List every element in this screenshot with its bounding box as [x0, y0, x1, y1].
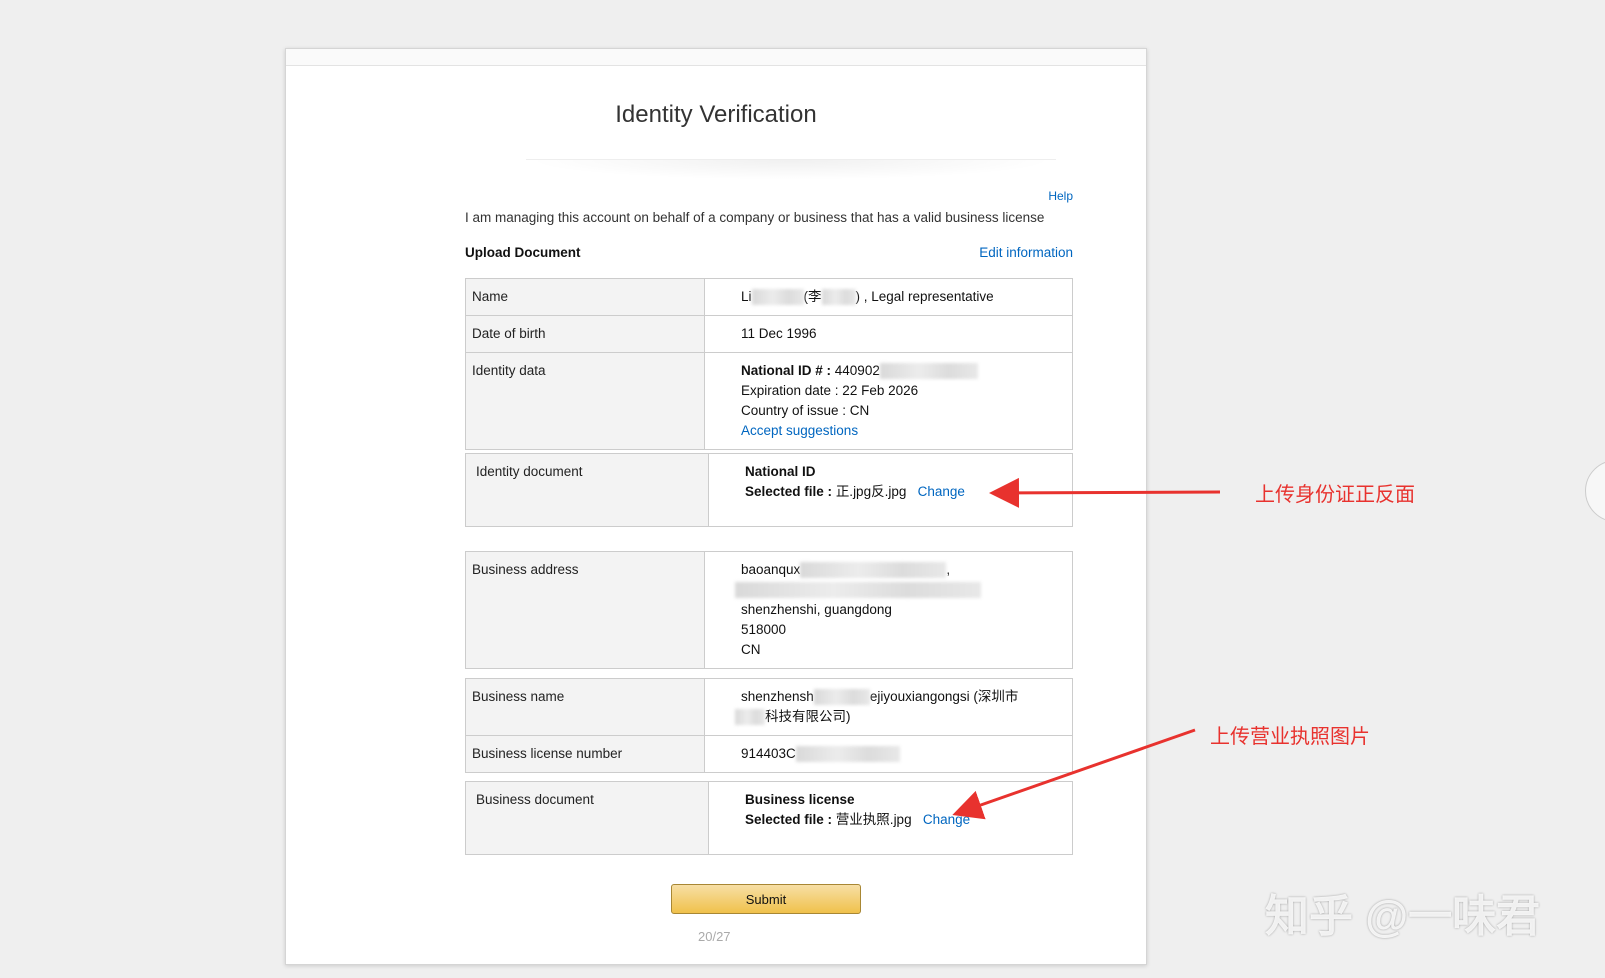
- business-address-value: baoanqux, shenzhenshi, guangdong 518000 …: [704, 551, 1073, 669]
- redacted-mask: [735, 582, 981, 599]
- table-row: Identity data National ID # : 440902 Exp…: [465, 352, 1073, 450]
- page-title: Identity Verification: [615, 101, 817, 128]
- submit-button[interactable]: Submit: [671, 884, 861, 914]
- redacted-mask: [821, 289, 856, 306]
- business-address-table: Business address baoanqux, shenzhenshi, …: [465, 551, 1073, 669]
- name-prefix: Li: [741, 289, 752, 304]
- national-id-value: 440902: [834, 363, 880, 378]
- table-row: Business document Business license Selec…: [465, 781, 1073, 855]
- redacted-mask: [751, 289, 804, 306]
- business-name-part3: 科技有限公司): [765, 709, 851, 724]
- name-value: Li (李 ) , Legal representative: [704, 278, 1073, 316]
- redacted-mask: [813, 689, 870, 706]
- business-document-value: Business license Selected file : 营业执照.jp…: [708, 781, 1073, 855]
- business-doc-type: Business license: [745, 792, 855, 807]
- redacted-mask: [800, 562, 947, 579]
- identity-doc-type: National ID: [745, 464, 816, 479]
- edit-information-link[interactable]: Edit information: [979, 245, 1073, 260]
- selected-file-value: 正.jpg反.jpg: [835, 484, 907, 499]
- address-postcode: 518000: [741, 622, 787, 637]
- table-row: Business address baoanqux, shenzhenshi, …: [465, 551, 1073, 669]
- personal-info-table: Name Li (李 ) , Legal representative Date o…: [465, 278, 1073, 450]
- address-line1: baoanqux: [741, 562, 801, 577]
- address-city: shenzhenshi, guangdong: [741, 602, 892, 617]
- redacted-mask: [795, 746, 900, 763]
- business-document-table: Business document Business license Selec…: [465, 781, 1073, 855]
- name-label: Name: [465, 278, 705, 316]
- business-change-link[interactable]: Change: [923, 812, 970, 827]
- selected-file-label: Selected file :: [745, 484, 833, 499]
- dob-label: Date of birth: [465, 315, 705, 353]
- identity-document-table: Identity document National ID Selected f…: [465, 453, 1073, 527]
- identity-change-link[interactable]: Change: [918, 484, 965, 499]
- business-document-label: Business document: [465, 781, 709, 855]
- edge-scroll-control[interactable]: [1585, 460, 1605, 522]
- redacted-mask: [879, 363, 978, 380]
- page-top-bar: [286, 49, 1146, 66]
- license-number-text: 914403C: [741, 746, 796, 761]
- table-row: Identity document National ID Selected f…: [465, 453, 1073, 527]
- license-annotation-text: 上传营业执照图片: [1210, 726, 1370, 748]
- identity-data-value: National ID # : 440902 Expiration date :…: [704, 352, 1073, 450]
- watermark: 知乎 @一味君: [1265, 892, 1541, 941]
- address-line1-end: ,: [946, 562, 951, 577]
- identity-document-label: Identity document: [465, 453, 709, 527]
- intro-text: I am managing this account on behalf of …: [465, 210, 1045, 225]
- redacted-mask: [735, 709, 765, 726]
- license-number-value: 914403C: [704, 735, 1073, 773]
- selected-file-value: 营业执照.jpg: [835, 812, 912, 827]
- license-number-label: Business license number: [465, 735, 705, 773]
- dob-value: 11 Dec 1996: [704, 315, 1073, 353]
- id-annotation-text: 上传身份证正反面: [1255, 484, 1415, 506]
- identity-data-label: Identity data: [465, 352, 705, 450]
- expiration-date: Expiration date : 22 Feb 2026: [741, 383, 919, 398]
- accept-suggestions-link[interactable]: Accept suggestions: [741, 423, 858, 438]
- business-name-part2: ejiyouxiangongsi (深圳市: [869, 689, 1019, 704]
- table-row: Business name shenzhensh ejiyouxiangongsi…: [465, 678, 1073, 736]
- business-address-label: Business address: [465, 551, 705, 669]
- title-divider: [526, 159, 1056, 180]
- business-name-value: shenzhensh ejiyouxiangongsi (深圳市 科技有限公司): [704, 678, 1073, 736]
- help-link[interactable]: Help: [1048, 189, 1073, 203]
- table-row: Name Li (李 ) , Legal representative: [465, 278, 1073, 316]
- upload-document-heading: Upload Document: [465, 245, 581, 260]
- national-id-label: National ID # :: [741, 363, 832, 378]
- country-of-issue: Country of issue : CN: [741, 403, 870, 418]
- identity-document-value: National ID Selected file : 正.jpg反.jpg C…: [708, 453, 1073, 527]
- table-row: Date of birth 11 Dec 1996: [465, 315, 1073, 353]
- selected-file-label: Selected file :: [745, 812, 833, 827]
- name-role: ) , Legal representative: [855, 289, 994, 304]
- name-chinese: (李: [803, 289, 822, 304]
- business-name-label: Business name: [465, 678, 705, 736]
- business-name-part1: shenzhensh: [741, 689, 814, 704]
- address-country: CN: [741, 642, 761, 657]
- business-info-table: Business name shenzhensh ejiyouxiangongsi…: [465, 678, 1073, 773]
- table-row: Business license number 914403C: [465, 735, 1073, 773]
- verification-page: Identity Verification Help I am managing…: [285, 48, 1147, 965]
- page-number: 20/27: [698, 929, 731, 944]
